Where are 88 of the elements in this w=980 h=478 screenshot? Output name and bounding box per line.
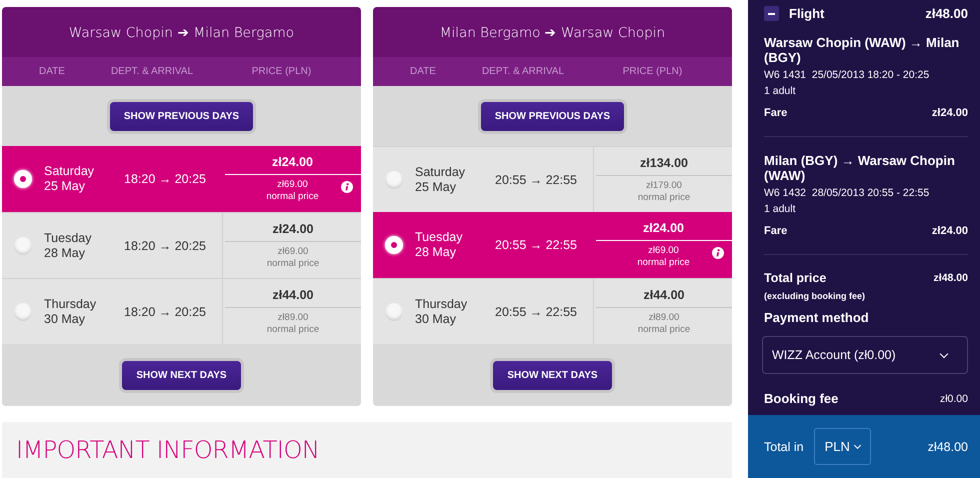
info-icon[interactable] <box>712 247 724 259</box>
table-title: Warsaw Chopin ➔ Milan Bergamo <box>2 7 361 57</box>
column-header: PRICE (PLN) <box>622 66 684 77</box>
fare-amount: zł24.00 <box>932 107 968 119</box>
flight-row[interactable]: Thursday 30 May 18:20 → 20:25 zł44.00 zł89.00 normal price <box>2 278 361 344</box>
section-heading: IMPORTANT INFORMATION <box>16 436 320 464</box>
total-note: (excluding booking fee) <box>764 291 866 301</box>
total-label: Total in <box>764 440 804 454</box>
normal-price: zł89.00 <box>278 312 308 324</box>
column-header: PRICE (PLN) <box>250 66 312 77</box>
currency-select[interactable]: PLN <box>814 428 871 465</box>
flight-row[interactable]: Thursday 30 May 20:55 → 22:55 zł44.00 zł89.00 normal price <box>373 278 732 344</box>
payment-method-label: Payment method <box>764 310 870 325</box>
section-title: Flight <box>789 6 826 21</box>
date-label: 30 May <box>44 312 86 326</box>
section-total: zł48.00 <box>925 6 968 21</box>
fare-amount: zł24.00 <box>932 225 968 237</box>
normal-price-label: normal price <box>637 257 690 269</box>
column-header: DEPT. & ARRIVAL <box>110 66 194 77</box>
date-label: 28 May <box>415 245 457 260</box>
normal-price-label: normal price <box>266 258 320 270</box>
day-label: Thursday <box>415 296 468 312</box>
flight-details: W6 1432 28/05/2013 20:55 - 22:55 <box>764 187 930 199</box>
column-header: DATE <box>38 66 66 77</box>
show-next-days-button[interactable]: SHOW NEXT DAYS <box>119 358 244 392</box>
radio-button[interactable] <box>14 302 32 320</box>
date-label: 30 May <box>415 312 457 326</box>
normal-price-label: normal price <box>638 192 690 204</box>
select-value: WIZZ Account (zł0.00) <box>772 348 896 362</box>
column-header: DEPT. & ARRIVAL <box>480 66 566 77</box>
day-label: Tuesday <box>44 230 92 246</box>
total-price: zł48.00 <box>934 272 968 284</box>
normal-price: zł69.00 <box>277 179 308 191</box>
flight-row[interactable]: Saturday 25 May 18:20 → 20:25 zł24.00 zł69.00 normal price <box>2 146 361 212</box>
normal-price: zł69.00 <box>648 245 679 257</box>
flight-route: Milan (BGY) → Warsaw Chopin (WAW) <box>764 153 956 183</box>
radio-button[interactable] <box>385 170 403 188</box>
normal-price: zł69.00 <box>278 246 308 258</box>
radio-button[interactable] <box>14 236 32 254</box>
passenger-count: 1 adult <box>764 203 797 215</box>
radio-button[interactable] <box>385 302 403 320</box>
column-header: DATE <box>409 66 437 77</box>
normal-price-label: normal price <box>638 324 690 336</box>
table-title: Milan Bergamo ➔ Warsaw Chopin <box>373 7 732 57</box>
fare-label: Fare <box>764 107 788 119</box>
select-value: PLN <box>824 439 850 454</box>
flight-row[interactable]: Saturday 25 May 20:55 → 22:55 zł134.00 zł179.00 normal price <box>373 146 732 212</box>
flight-route: Warsaw Chopin (WAW) → Milan (BGY) <box>764 35 960 65</box>
normal-price-label: normal price <box>266 191 319 203</box>
show-previous-days-button[interactable]: SHOW PREVIOUS DAYS <box>106 98 256 134</box>
day-label: Tuesday <box>415 230 464 245</box>
date-label: 25 May <box>415 180 457 194</box>
booking-fee-label: Booking fee <box>764 391 838 406</box>
fare-price: zł134.00 <box>596 156 732 176</box>
radio-button[interactable] <box>14 170 32 188</box>
total-price-label: Total price <box>764 271 826 285</box>
flight-times: 18:20 → 20:25 <box>124 304 208 318</box>
fare-label: Fare <box>764 225 788 237</box>
normal-price-label: normal price <box>266 324 320 336</box>
fare-price: zł24.00 <box>224 155 360 175</box>
flight-times: 20:55 → 22:55 <box>495 172 578 186</box>
grand-total: zł48.00 <box>928 440 968 454</box>
booking-fee: zł0.00 <box>940 392 968 404</box>
show-previous-days-button[interactable]: SHOW PREVIOUS DAYS <box>478 98 628 134</box>
day-label: Saturday <box>44 164 96 179</box>
collapse-toggle-icon[interactable] <box>764 6 779 21</box>
flight-row[interactable]: Tuesday 28 May 20:55 → 22:55 zł24.00 zł69.00 normal price <box>373 212 732 278</box>
day-label: Saturday <box>415 164 466 180</box>
payment-method-select[interactable]: WIZZ Account (zł0.00) <box>762 336 968 374</box>
flight-row[interactable]: Tuesday 28 May 18:20 → 20:25 zł24.00 zł69.00 normal price <box>2 212 361 278</box>
flight-details: W6 1431 25/05/2013 18:20 - 20:25 <box>764 69 930 81</box>
normal-price: zł89.00 <box>648 312 680 324</box>
date-label: 25 May <box>44 179 86 194</box>
show-next-days-button[interactable]: SHOW NEXT DAYS <box>490 358 615 392</box>
fare-price: zł24.00 <box>225 222 361 242</box>
flight-times: 18:20 → 20:25 <box>124 172 208 186</box>
flight-times: 18:20 → 20:25 <box>124 238 208 252</box>
radio-button[interactable] <box>385 236 403 254</box>
normal-price: zł179.00 <box>646 180 682 192</box>
fare-price: zł24.00 <box>596 221 732 241</box>
day-label: Thursday <box>44 296 98 312</box>
date-label: 28 May <box>44 246 86 260</box>
passenger-count: 1 adult <box>764 85 797 97</box>
fare-price: zł44.00 <box>596 288 732 308</box>
flight-times: 20:55 → 22:55 <box>495 238 578 252</box>
info-icon[interactable] <box>341 181 353 193</box>
flight-times: 20:55 → 22:55 <box>495 304 578 318</box>
fare-price: zł44.00 <box>225 288 361 308</box>
